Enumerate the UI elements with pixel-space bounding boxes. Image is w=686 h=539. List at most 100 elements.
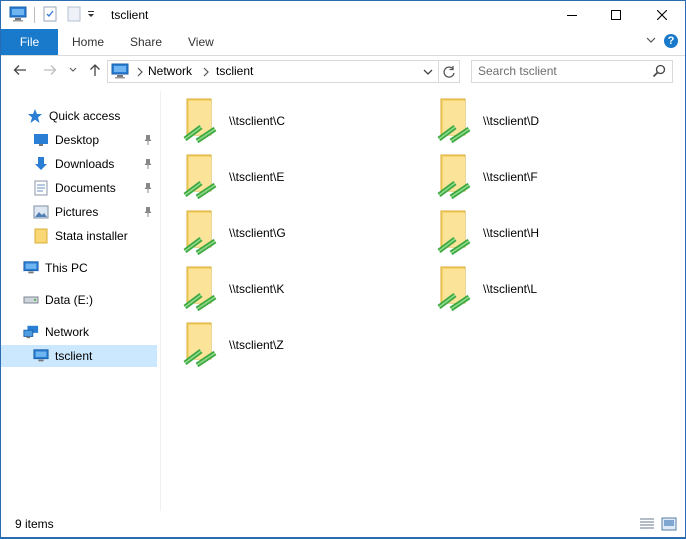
- details-view-icon[interactable]: [639, 517, 655, 534]
- pin-icon[interactable]: [143, 182, 153, 197]
- share-tile[interactable]: \\tsclient\K: [177, 263, 417, 315]
- nav-downloads[interactable]: Downloads: [33, 153, 159, 175]
- search-box[interactable]: [471, 60, 673, 83]
- share-tile[interactable]: \\tsclient\F: [431, 151, 671, 203]
- share-tile[interactable]: \\tsclient\D: [431, 95, 671, 147]
- breadcrumb-network[interactable]: Network: [148, 64, 192, 78]
- share-label: \\tsclient\D: [483, 114, 540, 128]
- nav-label: tsclient: [55, 349, 93, 363]
- share-label: \\tsclient\F: [483, 170, 538, 184]
- refresh-button[interactable]: [438, 60, 460, 83]
- tab-view[interactable]: View: [188, 35, 214, 49]
- download-arrow-icon: [33, 156, 49, 172]
- network-folder-icon: [183, 210, 217, 256]
- share-label: \\tsclient\G: [229, 226, 286, 240]
- title-bar: tsclient: [1, 1, 685, 29]
- window-title: tsclient: [111, 8, 149, 22]
- tab-file[interactable]: File: [1, 29, 58, 55]
- network-icon: [23, 324, 39, 340]
- share-tile[interactable]: \\tsclient\C: [177, 95, 417, 147]
- computer-icon[interactable]: [9, 6, 27, 25]
- share-label: \\tsclient\E: [229, 170, 285, 184]
- expand-ribbon-icon[interactable]: [645, 34, 657, 49]
- nav-network[interactable]: Network: [23, 321, 89, 343]
- back-arrow-icon[interactable]: [12, 62, 28, 81]
- network-folder-icon: [183, 98, 217, 144]
- documents-icon: [33, 180, 49, 196]
- qat-separator: [34, 7, 35, 23]
- share-label: \\tsclient\C: [229, 114, 286, 128]
- address-bar[interactable]: Network tsclient: [107, 60, 439, 83]
- customize-qat-icon[interactable]: [87, 8, 95, 23]
- share-label: \\tsclient\L: [483, 282, 538, 296]
- large-icons-view-icon[interactable]: [661, 517, 677, 534]
- nav-desktop[interactable]: Desktop: [33, 129, 159, 151]
- share-label: \\tsclient\H: [483, 226, 540, 240]
- nav-tsclient[interactable]: tsclient: [1, 345, 157, 367]
- ribbon-tabs: File Home Share View ?: [1, 29, 685, 56]
- address-dropdown-icon[interactable]: [422, 66, 434, 80]
- share-label: \\tsclient\Z: [229, 338, 284, 352]
- status-item-count: 9 items: [15, 517, 54, 531]
- pane-divider[interactable]: [160, 91, 161, 511]
- share-tile[interactable]: \\tsclient\G: [177, 207, 417, 259]
- navigation-pane: Quick access Desktop Downloads Documents…: [1, 91, 159, 511]
- pin-icon[interactable]: [143, 158, 153, 173]
- close-button[interactable]: [639, 1, 685, 29]
- nav-label: Desktop: [55, 133, 100, 147]
- nav-this-pc[interactable]: This PC: [23, 257, 88, 279]
- network-folder-icon: [437, 98, 471, 144]
- network-folder-icon: [183, 154, 217, 200]
- network-folder-icon: [183, 266, 217, 312]
- breadcrumb-tsclient[interactable]: tsclient: [216, 64, 253, 78]
- file-explorer-window: tsclient File Home Share View ? Network …: [0, 0, 686, 539]
- nav-label: Data (E:): [45, 293, 94, 307]
- share-label: \\tsclient\K: [229, 282, 285, 296]
- share-tile[interactable]: \\tsclient\L: [431, 263, 671, 315]
- star-icon: [27, 108, 43, 124]
- chevron-right-icon[interactable]: [136, 66, 144, 80]
- nav-quick-access[interactable]: Quick access: [27, 105, 120, 127]
- pin-icon[interactable]: [143, 134, 153, 149]
- pin-icon[interactable]: [143, 206, 153, 221]
- share-tile[interactable]: \\tsclient\H: [431, 207, 671, 259]
- help-icon[interactable]: ?: [664, 34, 678, 48]
- desktop-icon: [33, 132, 49, 148]
- nav-label: Network: [45, 325, 90, 339]
- share-tile[interactable]: \\tsclient\Z: [177, 319, 417, 371]
- network-folder-icon: [437, 154, 471, 200]
- network-folder-icon: [437, 210, 471, 256]
- nav-label: Pictures: [55, 205, 99, 219]
- nav-pictures[interactable]: Pictures: [33, 201, 159, 223]
- computer-icon: [111, 63, 129, 82]
- search-input[interactable]: [478, 63, 648, 79]
- network-folder-icon: [437, 266, 471, 312]
- refresh-icon: [442, 65, 455, 78]
- nav-label: Quick access: [49, 109, 121, 123]
- properties-icon[interactable]: [43, 6, 57, 25]
- search-icon[interactable]: [652, 64, 666, 81]
- nav-stata-installer[interactable]: Stata installer: [33, 225, 128, 247]
- tab-share[interactable]: Share: [130, 35, 162, 49]
- nav-label: This PC: [45, 261, 88, 275]
- tab-home[interactable]: Home: [72, 35, 104, 49]
- nav-label: Documents: [55, 181, 116, 195]
- recent-locations-icon[interactable]: [68, 64, 78, 78]
- folder-icon: [33, 228, 49, 244]
- nav-data-drive[interactable]: Data (E:): [23, 289, 93, 311]
- drive-icon: [23, 292, 39, 308]
- minimize-button[interactable]: [549, 1, 595, 29]
- up-arrow-icon[interactable]: [87, 62, 103, 81]
- share-tile[interactable]: \\tsclient\E: [177, 151, 417, 203]
- nav-label: Stata installer: [55, 229, 128, 243]
- new-folder-icon[interactable]: [67, 6, 81, 25]
- computer-icon: [23, 260, 39, 276]
- computer-icon: [33, 348, 49, 364]
- nav-documents[interactable]: Documents: [33, 177, 159, 199]
- chevron-right-icon[interactable]: [202, 66, 210, 80]
- forward-arrow-icon[interactable]: [42, 62, 58, 81]
- pictures-icon: [33, 204, 49, 220]
- nav-label: Downloads: [55, 157, 115, 171]
- maximize-button[interactable]: [593, 1, 639, 29]
- network-folder-icon: [183, 322, 217, 368]
